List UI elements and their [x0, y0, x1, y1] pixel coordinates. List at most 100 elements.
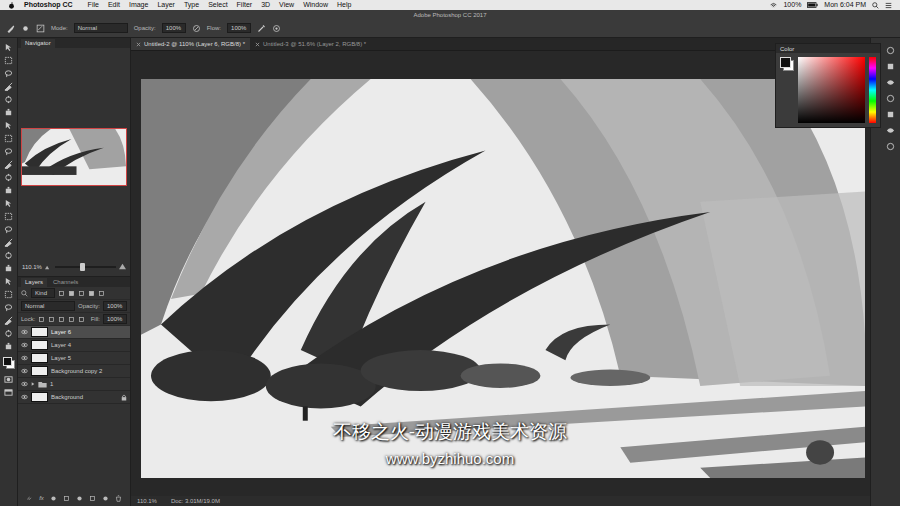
airbrush-icon[interactable] [257, 24, 266, 33]
tool-icon[interactable] [4, 225, 13, 234]
layer-row[interactable]: Layer 5 [18, 352, 130, 365]
filter-type-icon[interactable] [78, 290, 85, 297]
zoom-in-icon[interactable] [119, 263, 126, 270]
lock-option-icon[interactable] [58, 316, 65, 323]
menu-item[interactable]: Type [184, 0, 199, 10]
lock-option-icon[interactable] [68, 316, 75, 323]
visibility-eye-icon[interactable] [21, 368, 28, 374]
tool-icon[interactable] [4, 147, 13, 156]
visibility-eye-icon[interactable] [21, 329, 28, 335]
layer-action-icon[interactable] [89, 495, 96, 502]
app-menu[interactable]: Photoshop CC [24, 0, 73, 10]
clock[interactable]: Mon 6:04 PM [824, 0, 866, 10]
brush-size-icon[interactable] [21, 24, 30, 33]
navigator-zoom[interactable]: 110.1% [22, 264, 42, 270]
layer-name[interactable]: Layer 6 [51, 329, 127, 335]
filter-type-icon[interactable] [58, 290, 65, 297]
status-zoom[interactable]: 110.1% [137, 498, 157, 504]
color-field[interactable] [798, 57, 865, 123]
tool-icon[interactable] [4, 95, 13, 104]
dock-panel-icon[interactable] [886, 142, 895, 151]
menu-item[interactable]: Help [337, 0, 351, 10]
panel-tab[interactable]: Channels [49, 278, 82, 287]
mode-dropdown[interactable]: Normal [74, 23, 128, 33]
fx-button[interactable]: fx [39, 495, 44, 501]
menu-item[interactable]: File [88, 0, 99, 10]
menu-item[interactable]: Image [129, 0, 148, 10]
tool-icon[interactable] [4, 277, 13, 286]
hue-strip[interactable] [869, 57, 876, 123]
expand-arrow-icon[interactable] [31, 382, 35, 386]
layer-name[interactable]: Background [51, 394, 118, 400]
blend-mode-dropdown[interactable]: Normal [21, 301, 75, 311]
wifi-icon[interactable] [770, 2, 777, 9]
menu-item[interactable]: Layer [157, 0, 175, 10]
close-icon[interactable] [136, 42, 141, 47]
dock-panel-icon[interactable] [886, 46, 895, 55]
layer-name[interactable]: Background copy 2 [51, 368, 127, 374]
foreground-swatch[interactable] [780, 57, 791, 68]
visibility-eye-icon[interactable] [21, 355, 28, 361]
lock-option-icon[interactable] [48, 316, 55, 323]
tool-icon[interactable] [4, 238, 13, 247]
zoom-out-icon[interactable] [45, 263, 52, 270]
dock-panel-icon[interactable] [886, 78, 895, 87]
layer-row[interactable]: Background copy 2 [18, 365, 130, 378]
tool-icon[interactable] [4, 212, 13, 221]
fill-field[interactable]: 100% [103, 314, 127, 324]
quick-mask-icon[interactable] [4, 375, 13, 384]
menu-item[interactable]: 3D [261, 0, 270, 10]
tool-icon[interactable] [4, 186, 13, 195]
visibility-eye-icon[interactable] [21, 381, 28, 387]
layer-row[interactable]: Layer 6 [18, 326, 130, 339]
color-swatches[interactable] [780, 57, 794, 71]
document-tab[interactable]: Untitled-3 @ 51.6% (Layer 2, RGB/8) * [250, 38, 371, 50]
link-icon[interactable] [26, 495, 33, 502]
tool-icon[interactable] [4, 342, 13, 351]
menu-item[interactable]: Select [208, 0, 227, 10]
tool-icon[interactable] [4, 251, 13, 260]
screen-mode-icon[interactable] [4, 388, 13, 397]
brush-icon[interactable] [6, 24, 15, 33]
brush-panel-icon[interactable] [36, 24, 45, 33]
document-tab[interactable]: Untitled-2 @ 110% (Layer 6, RGB/8) * [131, 38, 250, 50]
filter-dropdown[interactable]: Kind [31, 288, 55, 298]
layer-action-icon[interactable] [102, 495, 109, 502]
tool-icon[interactable] [4, 303, 13, 312]
tool-icon[interactable] [4, 173, 13, 182]
search-icon[interactable] [872, 2, 879, 9]
tool-icon[interactable] [4, 43, 13, 52]
navigator-thumbnail[interactable] [21, 128, 127, 186]
lock-option-icon[interactable] [38, 316, 45, 323]
dock-panel-icon[interactable] [886, 126, 895, 135]
tool-icon[interactable] [4, 199, 13, 208]
tool-icon[interactable] [4, 108, 13, 117]
pressure-size-icon[interactable] [272, 24, 281, 33]
zoom-slider-thumb[interactable] [80, 263, 85, 271]
tool-icon[interactable] [4, 134, 13, 143]
tool-icon[interactable] [4, 290, 13, 299]
filter-type-icon[interactable] [98, 290, 105, 297]
pressure-opacity-icon[interactable] [192, 24, 201, 33]
tool-icon[interactable] [4, 56, 13, 65]
layer-action-icon[interactable] [115, 495, 122, 502]
filter-type-icon[interactable] [88, 290, 95, 297]
color-swatches[interactable] [3, 357, 15, 369]
layer-action-icon[interactable] [50, 495, 57, 502]
list-icon[interactable] [885, 2, 892, 9]
menu-item[interactable]: Edit [108, 0, 120, 10]
layer-row[interactable]: 1 [18, 378, 130, 391]
visibility-eye-icon[interactable] [21, 342, 28, 348]
tool-icon[interactable] [4, 264, 13, 273]
visibility-eye-icon[interactable] [21, 394, 28, 400]
layer-row[interactable]: Background [18, 391, 130, 404]
lock-option-icon[interactable] [78, 316, 85, 323]
navigator-tab[interactable]: Navigator [21, 39, 55, 48]
panel-tab[interactable]: Layers [21, 278, 47, 287]
filter-type-icon[interactable] [68, 290, 75, 297]
dock-panel-icon[interactable] [886, 110, 895, 119]
menu-item[interactable]: Filter [237, 0, 253, 10]
tool-icon[interactable] [4, 160, 13, 169]
layer-action-icon[interactable] [76, 495, 83, 502]
tool-icon[interactable] [4, 82, 13, 91]
